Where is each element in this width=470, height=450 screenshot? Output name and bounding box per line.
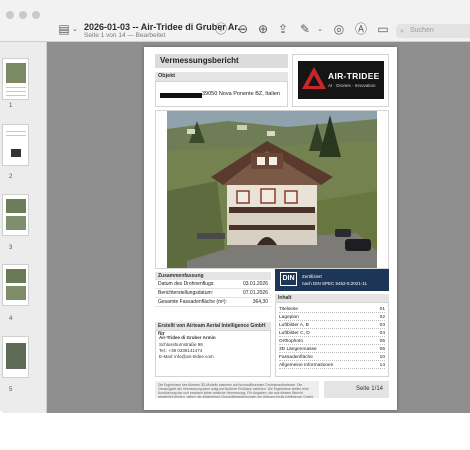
info-icon[interactable]: ⓘ <box>214 22 228 36</box>
toc-page: 06 <box>379 347 385 352</box>
page-thumbnail[interactable] <box>2 336 29 378</box>
creator-phone: Tel.: +39 0336141474 <box>159 348 203 353</box>
page-indicator: Seite 1/14 <box>324 381 389 398</box>
toc-page: 04 <box>379 331 385 336</box>
toc-page: 14 <box>379 363 385 368</box>
markup-icon[interactable]: ◎ <box>332 22 346 36</box>
search-placeholder: Suchen <box>410 27 434 34</box>
table-of-contents: Titelseite 01 Lageplan 02 Luftbilder A, B 0… <box>275 302 389 377</box>
creator-section-label: Erstellt von Airteam Aerial Intelligence… <box>155 322 271 337</box>
document-page: Vermessungsbericht Objekt 39050 Nova Pon… <box>144 47 397 410</box>
preview-window: ▤ ⌄ 2026-01-03 -- Air-Tridee di Gruber A… <box>0 0 470 413</box>
minimize-window-button[interactable] <box>19 11 27 19</box>
form-icon[interactable]: ▭ <box>376 22 390 36</box>
window-subtitle: Seite 1 von 14 — Bearbeitet <box>84 32 166 39</box>
object-section-label: Objekt <box>155 72 288 81</box>
toc-row[interactable]: Titelseite 01 <box>279 306 385 313</box>
summary-row: Datum des Drohnenflugs: 03.01.2026 <box>155 280 271 289</box>
toc-page: 10 <box>379 355 385 360</box>
summary-value: 07.01.2026 <box>242 290 268 296</box>
toc-page: 02 <box>379 315 385 320</box>
company-logo-box: AIR-TRIDEE AI · Drones · Innovation <box>292 54 389 107</box>
toc-title: Luftbilder C, D <box>279 331 310 336</box>
toc-title: Allgemeine Informationen <box>279 363 334 368</box>
din-logo: DIN <box>280 272 297 286</box>
page-number: 2 <box>9 174 13 180</box>
page-thumbnail[interactable] <box>2 194 29 236</box>
zoom-window-button[interactable] <box>32 11 40 19</box>
toc-title: Orthophoto <box>279 339 304 344</box>
din-line-2: nach DIN SPEC 5452-5:2021-11 <box>302 281 367 286</box>
creator-company: Air-Tridee di Gruber Armin <box>159 335 216 340</box>
search-field[interactable]: ⌕ Suchen <box>396 24 470 38</box>
toc-row[interactable]: 3D Längenmasse 06 <box>279 346 385 353</box>
toc-row[interactable]: Luftbilder A, B 03 <box>279 322 385 329</box>
page-number: 5 <box>9 387 13 393</box>
toc-row[interactable]: Luftbilder C, D 04 <box>279 330 385 337</box>
toc-title: 3D Längenmasse <box>279 347 317 352</box>
toc-page: 05 <box>379 339 385 344</box>
din-certification-banner: DIN Zertifiziert nach DIN SPEC 5452-5:20… <box>275 269 389 291</box>
toc-title: Fassadenfläche <box>279 355 313 360</box>
redaction-bar <box>160 93 202 98</box>
zoom-out-icon[interactable]: ⊖ <box>236 22 250 36</box>
page-number: 1 <box>9 103 13 109</box>
chevron-down-icon[interactable]: ⌄ <box>68 22 82 36</box>
disclaimer-footer: Die Ergebnisse des Airteam 3D-Modells ba… <box>155 381 319 398</box>
logo-tagline: AI · Drones · Innovation <box>328 83 376 88</box>
toc-title: Lageplan <box>279 315 299 320</box>
toc-row[interactable]: Lageplan 02 <box>279 314 385 321</box>
object-address-box: 39050 Nova Ponente BZ, Italien <box>155 81 288 107</box>
summary-value: 03.01.2026 <box>242 281 268 287</box>
pen-icon[interactable]: ✎ <box>298 22 312 36</box>
toc-row[interactable]: Orthophoto 05 <box>279 338 385 345</box>
close-window-button[interactable] <box>6 11 14 19</box>
report-title: Vermessungsbericht <box>155 54 288 68</box>
page-thumbnail[interactable] <box>2 58 29 100</box>
page-thumbnail-sidebar: 1 2 3 4 5 <box>0 42 47 413</box>
toc-row[interactable]: Allgemeine Informationen 14 <box>279 362 385 369</box>
page-thumbnail[interactable] <box>2 124 29 166</box>
toc-title: Luftbilder A, B <box>279 323 309 328</box>
summary-value: 364,30 <box>252 299 268 305</box>
summary-key: Datum des Drohnenflugs: <box>158 281 215 287</box>
din-line-1: Zertifiziert <box>302 274 322 279</box>
share-icon[interactable]: ⇪ <box>276 22 290 36</box>
logo-name: AIR-TRIDEE <box>328 71 380 81</box>
toc-section-label: Inhalt <box>275 294 389 302</box>
pen-menu-chevron-icon[interactable]: ⌄ <box>313 22 327 36</box>
toc-title: Titelseite <box>279 307 299 312</box>
page-number: 3 <box>9 245 13 251</box>
toc-page: 03 <box>379 323 385 328</box>
summary-section-label: Zusammenfassung <box>155 272 271 280</box>
summary-key: Gesamte Fassadenfläche (m²): <box>158 299 227 305</box>
house-aerial-photo <box>167 111 377 268</box>
air-tridee-logo: AIR-TRIDEE AI · Drones · Innovation <box>298 61 384 99</box>
summary-row: Gesamte Fassadenfläche (m²): 364,30 <box>155 298 271 307</box>
toc-page: 01 <box>379 307 385 312</box>
page-thumbnail[interactable] <box>2 264 29 306</box>
object-address: 39050 Nova Ponente BZ, Italien <box>202 91 280 97</box>
summary-key: Berichterstellungsdatum: <box>158 290 214 296</box>
creator-street: Schlosshurnstraße 98 <box>159 342 203 347</box>
summary-row: Berichterstellungsdatum: 07.01.2026 <box>155 289 271 298</box>
search-icon: ⌕ <box>400 27 404 35</box>
page-number: 4 <box>9 316 13 322</box>
creator-email: E-Mail: info@air-tridee.com <box>159 354 214 359</box>
zoom-in-icon[interactable]: ⊕ <box>256 22 270 36</box>
toc-row[interactable]: Fassadenfläche 10 <box>279 354 385 361</box>
toolbar: ▤ ⌄ 2026-01-03 -- Air-Tridee di Gruber A… <box>0 0 470 42</box>
creator-box: Air-Tridee di Gruber Armin Schlosshurnst… <box>155 330 271 377</box>
annotate-icon[interactable]: Ⓐ <box>354 22 368 36</box>
